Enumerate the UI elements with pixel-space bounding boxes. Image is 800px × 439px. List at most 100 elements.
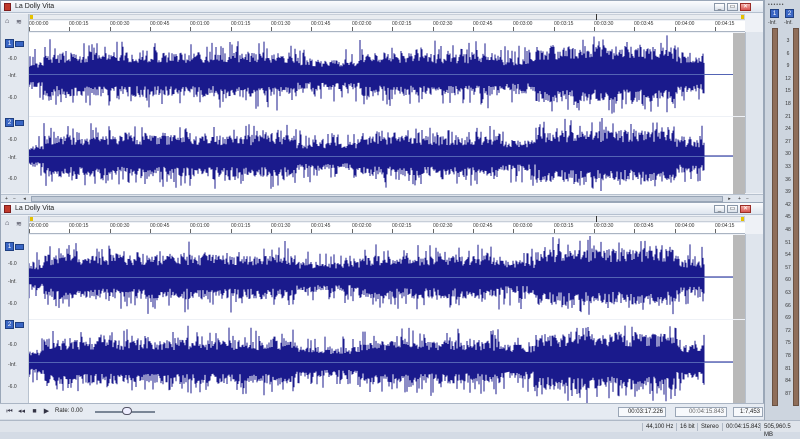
go-to-start-icon[interactable]: ⏮ <box>5 408 14 416</box>
meter-scale-label: 9 <box>786 63 790 70</box>
channel-1-button[interactable]: 1 <box>5 39 14 48</box>
end-padding <box>733 235 745 319</box>
position-field[interactable]: 00:03:17.226 <box>618 407 666 417</box>
meter-scale-label: 42 <box>785 201 791 208</box>
close-button[interactable]: ✕ <box>740 205 751 213</box>
ruler-tick-label: 00:02:30 <box>433 223 453 233</box>
titlebar[interactable]: La Dolly Vita _ ▭ ✕ <box>1 203 763 215</box>
channel-1-button[interactable]: 1 <box>5 242 14 251</box>
free-disk-space: 505,960.5 MB <box>760 423 800 438</box>
zero-line <box>29 156 733 157</box>
overview-bar[interactable] <box>29 216 745 222</box>
channel-mode: Stereo <box>697 423 719 431</box>
meter-scale-label: 87 <box>785 390 791 397</box>
db-label: -6.0 <box>8 56 17 62</box>
vertical-scrollbar[interactable] <box>745 234 763 417</box>
meter-scale-label: 18 <box>785 101 791 107</box>
db-label: -6.0 <box>8 261 17 267</box>
playback-cursor <box>596 216 597 222</box>
meter-scale-label: 24 <box>785 126 791 133</box>
ruler-tick-label: 00:02:00 <box>352 223 372 233</box>
channel-2-minimize[interactable] <box>15 322 24 328</box>
playback-cursor <box>596 14 597 20</box>
meter-scale-label: 6 <box>786 50 790 57</box>
waveform-channel-1[interactable] <box>29 33 745 116</box>
rate-label: Rate: 0.00 <box>55 408 83 414</box>
db-label: -Inf. <box>8 362 17 368</box>
end-marker <box>741 15 744 19</box>
meter-scale-label: 48 <box>785 227 791 233</box>
document-window-bottom: La Dolly Vita _ ▭ ✕ ⌂ ≋ 1 -6.0 -Inf. -6.… <box>0 202 764 418</box>
status-bar: 44,100 Hz 16 bit Stereo 00:04:15.843 505… <box>0 420 800 438</box>
waveform-channel-1[interactable] <box>29 235 745 319</box>
document-icon <box>4 205 11 213</box>
channel-2-button[interactable]: 2 <box>5 320 14 329</box>
db-label: -Inf. <box>8 279 17 285</box>
minimize-button[interactable]: _ <box>714 205 725 213</box>
ruler-tick-label: 00:03:45 <box>634 21 654 31</box>
db-label: -Inf. <box>8 155 17 161</box>
ruler-tick-label: 00:04:15 <box>715 223 735 233</box>
waveform-trace <box>29 118 705 191</box>
db-label: -Inf. <box>8 73 17 79</box>
ruler-tick-label: 00:01:00 <box>190 223 210 233</box>
ruler-tick-label: 00:03:30 <box>594 21 614 31</box>
stop-icon[interactable]: ■ <box>30 408 39 416</box>
rate-slider-knob[interactable] <box>122 407 132 415</box>
time-ruler[interactable]: 00:00:00 00:00:15 00:00:30 00:00:45 00:01:00… <box>29 223 745 234</box>
meter-scale-label: 3 <box>786 38 790 44</box>
meter-scale-label: 66 <box>785 302 791 309</box>
ruler-tick-label: 00:03:00 <box>513 21 533 31</box>
meter-scale-label: 45 <box>785 214 791 221</box>
channel-1-minimize[interactable] <box>15 41 24 47</box>
meter-channel-1-button[interactable]: 1 <box>770 9 779 18</box>
start-marker <box>30 15 33 19</box>
ruler-tick-label: 00:02:30 <box>433 21 453 31</box>
db-label: -6.0 <box>8 301 17 307</box>
zoom-ratio-field[interactable]: 1:7,453 <box>733 407 763 417</box>
overview-bar[interactable] <box>29 14 745 20</box>
meter-scale-label: 12 <box>785 75 791 82</box>
meter-scale-label: 84 <box>785 378 791 385</box>
start-marker <box>30 217 33 221</box>
meter-scale-label: 72 <box>785 327 791 334</box>
waveform-trace <box>29 236 705 315</box>
db-label: -6.0 <box>8 137 17 143</box>
meter-scale-label: 75 <box>785 340 791 347</box>
meter-channel-2-button[interactable]: 2 <box>785 9 794 18</box>
document-title: La Dolly Vita <box>15 3 55 10</box>
waveform-channel-2[interactable] <box>29 117 745 195</box>
lock-icon[interactable]: ⌂ <box>5 18 9 25</box>
snap-icon[interactable]: ≋ <box>16 220 22 228</box>
play-icon[interactable]: ▶ <box>42 408 51 416</box>
meter-scale-label: 69 <box>785 315 791 322</box>
meter-scale-label: 78 <box>785 353 791 359</box>
restore-button[interactable]: ▭ <box>727 205 738 213</box>
time-ruler[interactable]: 00:00:00 00:00:15 00:00:30 00:00:45 00:01:00… <box>29 21 745 32</box>
ruler-tick-label: 00:03:45 <box>634 223 654 233</box>
ruler-tick-label: 00:01:45 <box>311 21 331 31</box>
ruler-tick-label: 00:02:45 <box>473 21 493 31</box>
waveform-channel-2[interactable] <box>29 320 745 404</box>
ruler-tick-label: 00:04:15 <box>715 21 735 31</box>
close-button[interactable]: ✕ <box>740 3 751 11</box>
meter-scale-label: 57 <box>785 264 791 271</box>
db-label: -6.0 <box>8 95 17 101</box>
length-field: 00:04:15.843 <box>675 407 727 417</box>
meter-scale-label: 51 <box>785 239 791 246</box>
lock-icon[interactable]: ⌂ <box>5 220 9 227</box>
restore-button[interactable]: ▭ <box>727 3 738 11</box>
rewind-icon[interactable]: ◂◂ <box>17 408 26 416</box>
channel-1-minimize[interactable] <box>15 244 24 250</box>
ruler-tick-label: 00:01:30 <box>271 21 291 31</box>
channel-2-minimize[interactable] <box>15 120 24 126</box>
minimize-button[interactable]: _ <box>714 3 725 11</box>
channel-2-button[interactable]: 2 <box>5 118 14 127</box>
peak-left: -Inf. <box>768 20 777 26</box>
meter-scale-label: 27 <box>785 138 791 145</box>
meter-scale-label: 60 <box>785 277 791 284</box>
vertical-scrollbar[interactable] <box>745 32 763 193</box>
titlebar[interactable]: La Dolly Vita _ ▭ ✕ <box>1 1 763 13</box>
meter-scale-label: 81 <box>785 365 791 372</box>
snap-icon[interactable]: ≋ <box>16 18 22 26</box>
